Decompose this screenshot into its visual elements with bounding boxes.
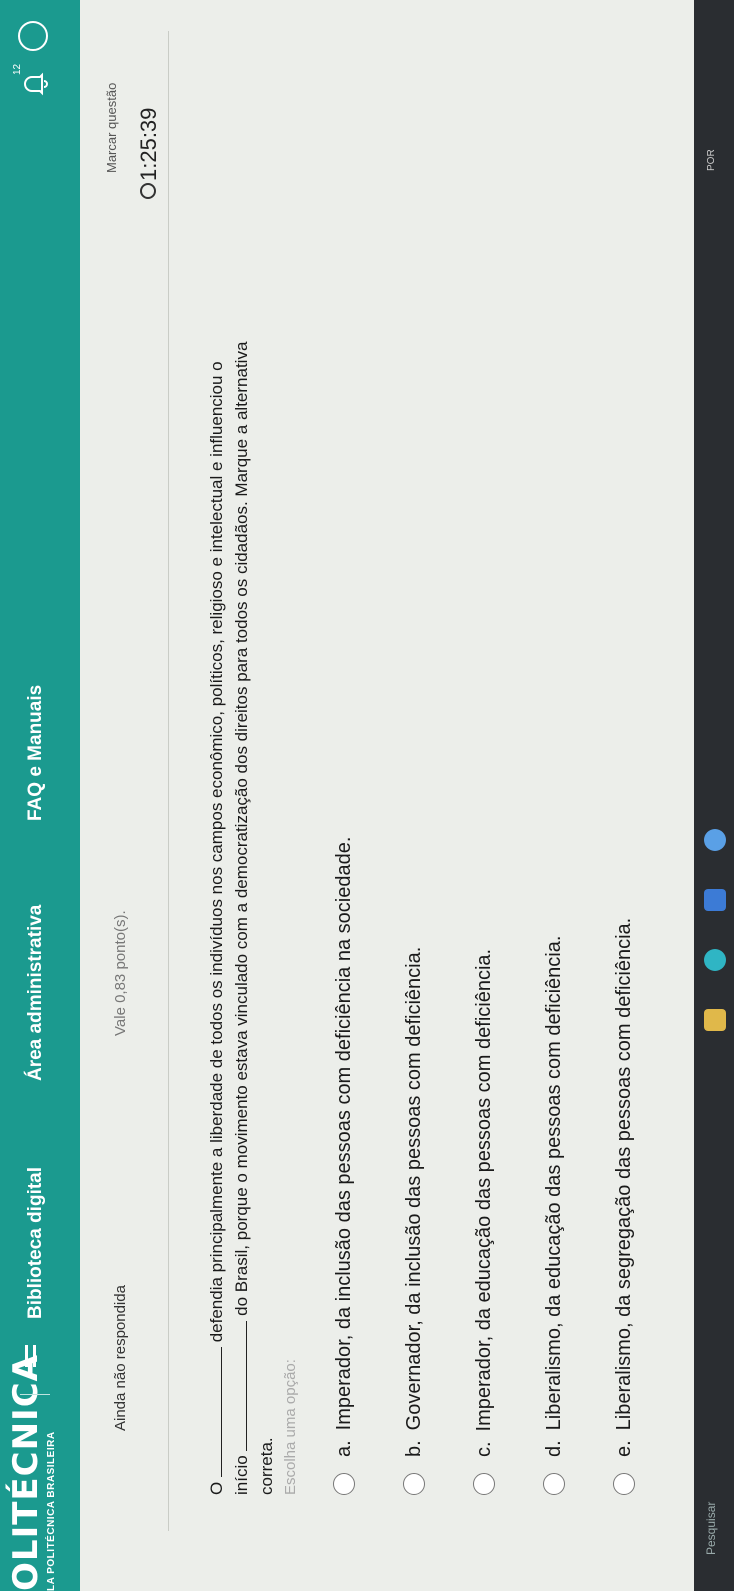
question-status: Ainda não respondida	[112, 1285, 129, 1431]
header-divider	[20, 1394, 50, 1395]
option-letter: b.	[402, 1440, 425, 1457]
file-explorer-icon[interactable]	[704, 1009, 726, 1031]
question-text-start: início	[232, 1455, 251, 1495]
bell-icon[interactable]	[20, 71, 48, 97]
option-text: Liberalismo, da segregação das pessoas c…	[612, 917, 635, 1431]
question-text: O defendia principalmente a liberdade de…	[204, 95, 279, 1495]
nav-faq-manuais[interactable]: FAQ e Manuais	[25, 685, 47, 821]
question-text-prefix: O	[207, 1481, 226, 1495]
option-letter: a.	[332, 1440, 355, 1457]
option-text: Imperador, da educação das pessoas com d…	[472, 948, 495, 1432]
nav-biblioteca-digital[interactable]: Biblioteca digital	[25, 1167, 47, 1319]
divider	[168, 31, 169, 1531]
radio-a[interactable]	[333, 1473, 355, 1495]
site-logo[interactable]: OLITÉCNICA	[6, 1354, 46, 1591]
option-text: Liberalismo, da educação das pessoas com…	[542, 935, 565, 1431]
taskbar-search[interactable]: Pesquisar	[704, 1502, 718, 1555]
option-b[interactable]: b. Governador, da inclusão das pessoas c…	[400, 947, 428, 1495]
option-letter: c.	[472, 1441, 495, 1457]
edge-icon[interactable]	[704, 949, 726, 971]
screen: OLITÉCNICA LA POLITÉCNICA BRASILEIRA Bib…	[0, 0, 734, 1591]
question-text-part1: defendia principalmente a liberdade de t…	[207, 361, 226, 1343]
os-taskbar: Pesquisar POR	[694, 0, 734, 1591]
option-text: Imperador, da inclusão das pessoas com d…	[332, 836, 355, 1431]
notification-count: 12	[12, 63, 23, 75]
blank-1	[207, 1347, 222, 1478]
language-indicator[interactable]: POR	[706, 149, 717, 171]
option-e[interactable]: e. Liberalismo, da segregação das pessoa…	[610, 918, 638, 1495]
timer: 1:25:39	[136, 107, 161, 181]
question-points: Vale 0,83 ponto(s).	[112, 910, 129, 1036]
store-icon[interactable]	[704, 889, 726, 911]
option-letter: d.	[542, 1440, 565, 1457]
question-text-end: correta.	[257, 1437, 276, 1495]
menu-icon[interactable]	[20, 1345, 46, 1367]
option-d[interactable]: d. Liberalismo, da educação das pessoas …	[540, 936, 568, 1495]
option-a[interactable]: a. Imperador, da inclusão das pessoas co…	[330, 837, 358, 1495]
top-navbar: OLITÉCNICA LA POLITÉCNICA BRASILEIRA Bib…	[0, 0, 80, 1591]
radio-d[interactable]	[543, 1473, 565, 1495]
option-letter: e.	[612, 1440, 635, 1457]
user-avatar-icon[interactable]	[18, 21, 48, 51]
radio-b[interactable]	[403, 1473, 425, 1495]
nav-area-administrativa[interactable]: Área administrativa	[25, 905, 47, 1081]
radio-e[interactable]	[613, 1473, 635, 1495]
question-text-part2: do Brasil, porque o movimento estava vin…	[232, 341, 251, 1316]
radio-c[interactable]	[473, 1473, 495, 1495]
option-c[interactable]: c. Imperador, da educação das pessoas co…	[470, 949, 498, 1495]
flag-question-link[interactable]: Marcar questão	[104, 83, 119, 173]
choose-option-label: Escolha uma opção:	[282, 1359, 299, 1495]
site-logo-subtitle: LA POLITÉCNICA BRASILEIRA	[46, 1431, 57, 1591]
option-text: Governador, da inclusão das pessoas com …	[402, 946, 425, 1431]
blank-2	[232, 1320, 247, 1451]
clock-icon	[140, 183, 156, 199]
chrome-icon[interactable]	[704, 829, 726, 851]
